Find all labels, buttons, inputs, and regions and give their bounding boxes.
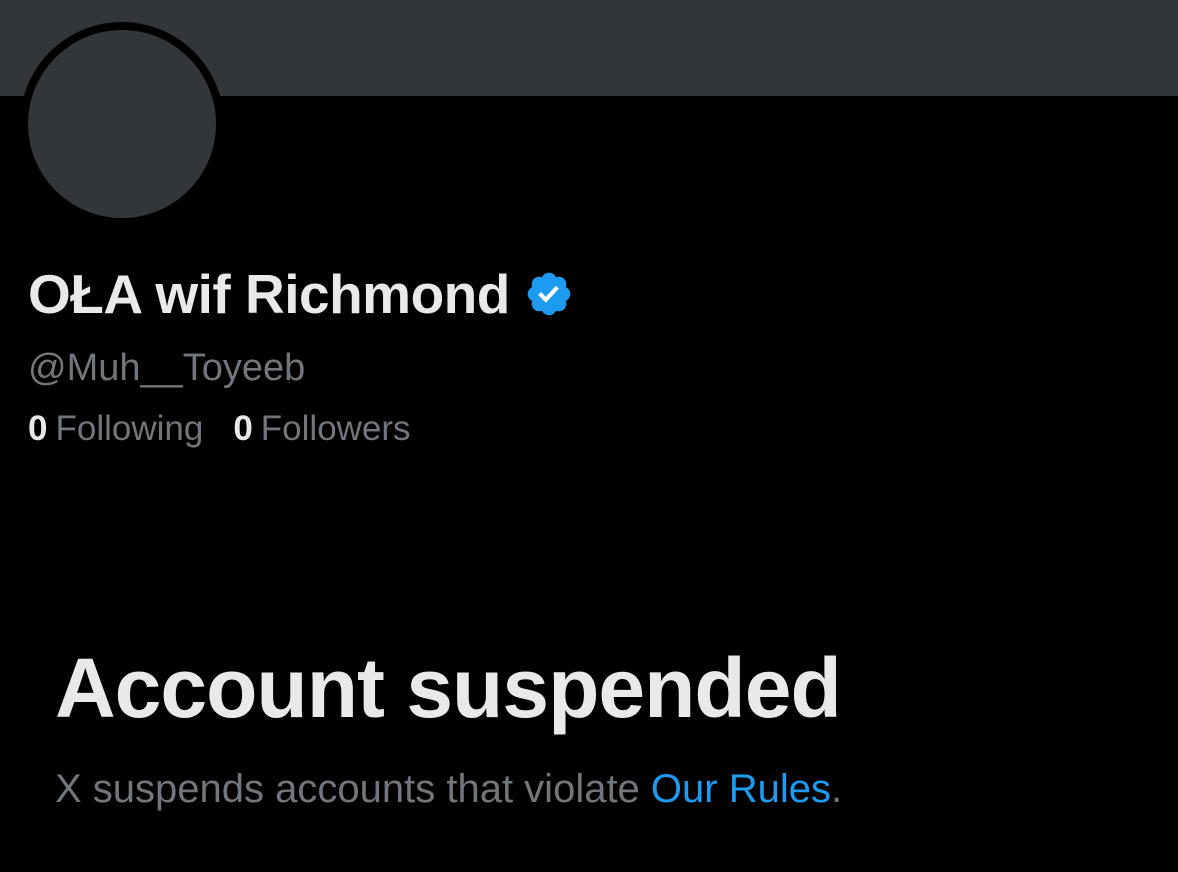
suspension-message-text: X suspends accounts that violate: [55, 767, 651, 811]
display-name: OŁA wif Richmond: [28, 263, 510, 325]
followers-count: 0: [233, 409, 253, 448]
profile-stats: 0 Following 0 Followers: [28, 406, 441, 452]
followers-link[interactable]: 0 Followers: [233, 406, 410, 452]
following-link[interactable]: 0 Following: [28, 406, 203, 452]
avatar[interactable]: [28, 30, 216, 218]
suspension-message-end: .: [830, 767, 843, 811]
our-rules-link[interactable]: Our Rules: [651, 767, 831, 811]
suspension-message: X suspends accounts that violate Our Rul…: [55, 764, 842, 814]
profile-name-row: OŁA wif Richmond: [28, 262, 574, 326]
followers-label: Followers: [260, 409, 411, 448]
following-label: Following: [55, 409, 204, 448]
suspension-title: Account suspended: [55, 641, 842, 735]
verified-badge-icon[interactable]: [524, 269, 574, 319]
profile-handle: @Muh__Toyeeb: [28, 347, 306, 389]
following-count: 0: [28, 409, 48, 448]
